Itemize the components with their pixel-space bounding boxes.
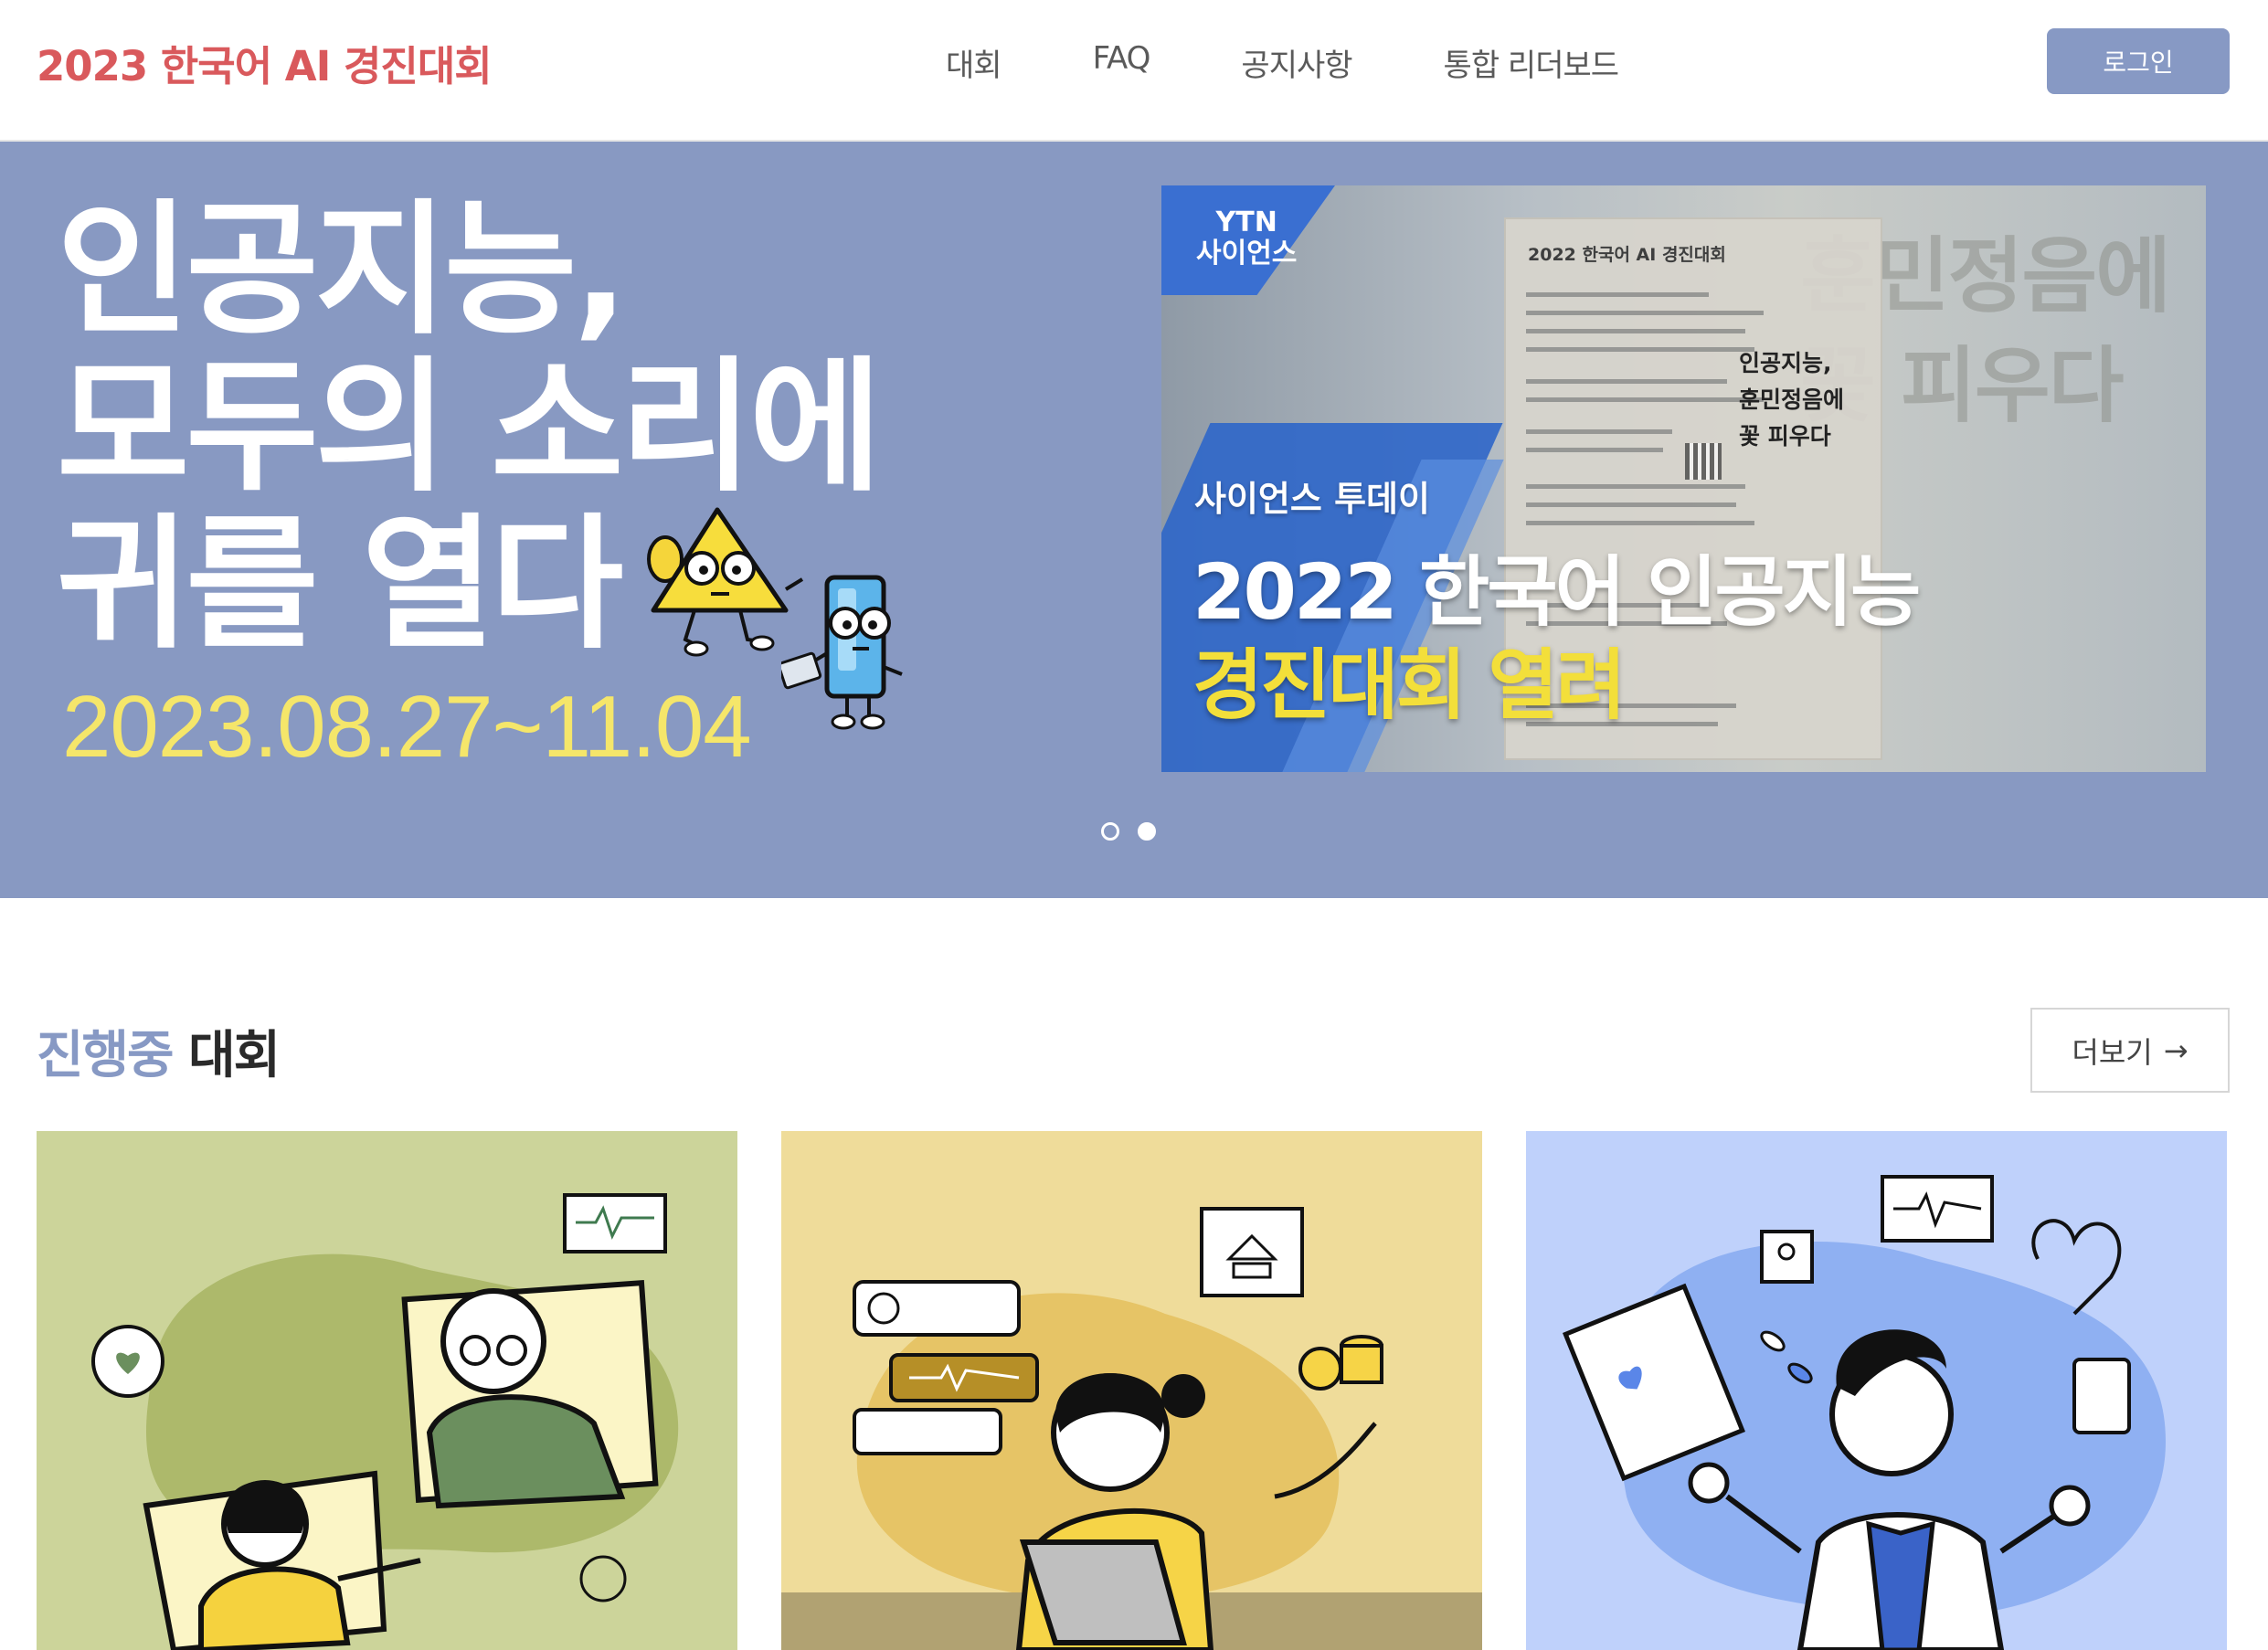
rectangle-mascot-icon <box>781 575 903 730</box>
ytn-logo-text: YTN 사이언스 <box>1196 206 1298 270</box>
doctor-medical-illustration-icon <box>1526 1131 2227 1650</box>
poster-title: 2022 한국어 AI 경진대회 <box>1528 245 1726 265</box>
carousel-dot-2[interactable] <box>1138 822 1156 841</box>
login-button[interactable]: 로그인 <box>2047 28 2230 94</box>
qr-code-icon <box>1685 443 1722 480</box>
laptop-finance-illustration-icon <box>781 1131 1482 1650</box>
triangle-mascot-icon <box>647 507 804 657</box>
competition-card-2[interactable] <box>781 1131 1482 1650</box>
carousel-indicators <box>1101 822 1174 841</box>
carousel-dot-1[interactable] <box>1101 822 1119 841</box>
news-video-thumbnail[interactable]: 훈민정음에꽃 피우다 2022 한국어 AI 경진대회 인공지능, 훈민정음에 <box>1161 185 2206 772</box>
site-logo[interactable]: 2023 한국어 AI 경진대회 <box>37 33 493 92</box>
section-title-main: 대회 <box>188 1026 281 1085</box>
competition-card-1[interactable] <box>37 1131 737 1650</box>
news-program-name: 사이언스 투데이 <box>1194 479 1430 519</box>
top-header: 2023 한국어 AI 경진대회 대회 FAQ 공지사항 통합 리더보드 로그인 <box>0 0 2268 142</box>
nav-item-notice[interactable]: 공지사항 <box>1241 40 1352 85</box>
hero-headline-line: 모두의 소리에 <box>57 344 882 512</box>
section-title-accent: 진행중 <box>37 1026 175 1085</box>
nav-item-competition[interactable]: 대회 <box>946 40 1002 85</box>
nav-item-leaderboard[interactable]: 통합 리더보드 <box>1444 40 1619 85</box>
nav-item-faq[interactable]: FAQ <box>1093 40 1151 85</box>
video-call-illustration-icon <box>37 1131 737 1650</box>
section-title: 진행중 대회 <box>37 1014 281 1088</box>
more-button[interactable]: 더보기 → <box>2030 1008 2230 1093</box>
competition-card-3[interactable] <box>1526 1131 2227 1650</box>
poster-side-text: 인공지능, 훈민정음에 꽃 피우다 <box>1739 350 1845 450</box>
more-label: 더보기 <box>2072 1034 2153 1070</box>
main-nav: 대회 FAQ 공지사항 통합 리더보드 <box>946 40 1710 85</box>
hero-date: 2023.08.27~11.04 <box>62 678 752 776</box>
arrow-right-icon: → <box>2163 1032 2189 1068</box>
hero-headline-line: 인공지능, <box>57 186 628 354</box>
news-title-line2: 경진대회 열려 <box>1192 640 1627 730</box>
hero-banner: 인공지능, 모두의 소리에 귀를 열다 2023.08.27~11.04 훈민정… <box>0 142 2268 898</box>
